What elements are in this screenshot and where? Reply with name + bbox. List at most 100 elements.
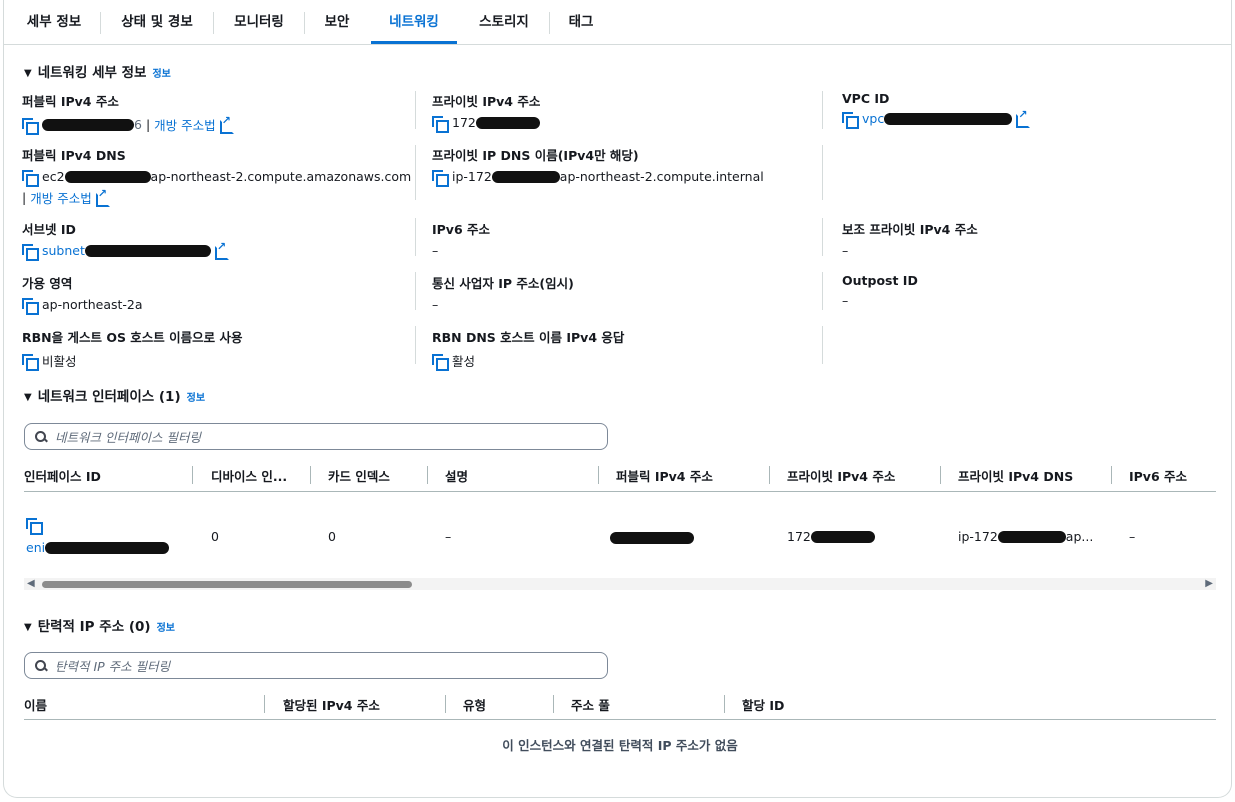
copy-icon[interactable] <box>26 518 43 535</box>
filter-placeholder: 탄력적 IP 주소 필터링 <box>55 659 171 674</box>
private-dns-prefix: ip-172 <box>452 169 492 184</box>
private-dns-cell: ip-172 ap... <box>958 529 1093 544</box>
copy-icon[interactable] <box>432 353 449 371</box>
public-ipv4-suffix: 6 <box>134 117 142 132</box>
col-private-ipv4[interactable]: 프라이빗 IPv4 주소 <box>787 466 895 485</box>
eni-link[interactable]: eni <box>26 540 45 555</box>
col-description[interactable]: 설명 <box>445 466 468 485</box>
outpost-id-value: – <box>842 293 849 308</box>
filter-placeholder: 네트워크 인터페이스 필터링 <box>55 430 201 445</box>
redacted-value <box>810 530 875 543</box>
public-dns-suffix: ap-northeast-2.compute.amazonaws.com <box>150 169 412 184</box>
network-interfaces-header[interactable]: ▼ 네트워크 인터페이스 (1) 정보 <box>24 385 205 405</box>
col-address-pool[interactable]: 주소 풀 <box>571 695 610 714</box>
private-ipv4-text: 172 <box>787 529 811 544</box>
redacted-value <box>884 112 1013 125</box>
network-interface-filter[interactable]: 네트워크 인터페이스 필터링 <box>24 423 608 450</box>
col-device-index[interactable]: 디바이스 인... <box>211 466 287 485</box>
field-label: RBN DNS 호스트 이름 IPv4 응답 <box>432 330 625 345</box>
rbn-dns-value: 활성 <box>452 354 476 369</box>
search-icon <box>35 659 47 672</box>
secondary-private-ipv4-field: 보조 프라이빗 IPv4 주소 – <box>842 219 978 258</box>
private-dns-field: 프라이빗 IP DNS 이름(IPv4만 해당) ip-172 ap-north… <box>432 145 764 187</box>
col-allocated-ipv4[interactable]: 할당된 IPv4 주소 <box>283 695 380 714</box>
copy-icon[interactable] <box>432 115 449 133</box>
tab-bar: 세부 정보 상태 및 경보 모니터링 보안 네트워킹 스토리지 태그 <box>4 0 1231 45</box>
tab-details[interactable]: 세부 정보 <box>8 0 100 44</box>
copy-icon[interactable] <box>22 353 39 371</box>
tab-storage[interactable]: 스토리지 <box>459 0 549 44</box>
public-dns-field: 퍼블릭 IPv4 DNS ec2 ap-northeast-2.compute.… <box>22 145 411 207</box>
elastic-ip-filter[interactable]: 탄력적 IP 주소 필터링 <box>24 652 608 679</box>
field-label: IPv6 주소 <box>432 222 491 237</box>
redacted-value <box>491 170 560 183</box>
copy-icon[interactable] <box>22 169 39 187</box>
description-cell: – <box>445 529 452 544</box>
elastic-ips-header[interactable]: ▼ 탄력적 IP 주소 (0) 정보 <box>24 615 175 635</box>
vpc-id-link[interactable]: vpc <box>862 111 884 126</box>
section-title: 네트워킹 세부 정보 <box>37 65 147 81</box>
external-link-icon <box>219 114 234 134</box>
field-label: RBN을 게스트 OS 호스트 이름으로 사용 <box>22 330 243 345</box>
info-link[interactable]: 정보 <box>157 623 175 634</box>
public-ipv4-cell <box>610 529 694 544</box>
field-label: 서브넷 ID <box>22 222 76 237</box>
private-dns-prefix-text: ip-172 <box>958 529 998 544</box>
ipv6-field: IPv6 주소 – <box>432 219 490 258</box>
col-type[interactable]: 유형 <box>463 695 486 714</box>
field-label: 통신 사업자 IP 주소(임시) <box>432 276 574 291</box>
device-index-cell: 0 <box>211 529 219 544</box>
subnet-id-field: 서브넷 ID subnet <box>22 219 229 261</box>
open-address-link[interactable]: 개방 주소법 <box>30 188 91 207</box>
private-ipv4-value: 172 <box>452 115 476 130</box>
field-label: 프라이빗 IP DNS 이름(IPv4만 해당) <box>432 148 639 163</box>
caret-down-icon: ▼ <box>24 392 32 403</box>
private-dns-suffix: ap-northeast-2.compute.internal <box>559 169 764 184</box>
public-ipv4-field: 퍼블릭 IPv4 주소 6 | 개방 주소법 <box>22 91 234 135</box>
copy-icon[interactable] <box>22 117 39 135</box>
col-public-ipv4[interactable]: 퍼블릭 IPv4 주소 <box>616 466 713 485</box>
external-link-icon <box>95 187 110 207</box>
scroll-right-icon[interactable]: ▶ <box>1205 578 1213 590</box>
ipv6-cell: – <box>1129 529 1136 544</box>
public-dns-prefix: ec2 <box>42 169 65 184</box>
open-address-link[interactable]: 개방 주소법 <box>154 115 215 134</box>
horizontal-scrollbar[interactable]: ◀ ▶ <box>24 578 1216 590</box>
caret-down-icon: ▼ <box>24 68 32 79</box>
empty-state-message: 이 인스턴스와 연결된 탄력적 IP 주소가 없음 <box>502 738 738 753</box>
copy-icon[interactable] <box>22 297 39 315</box>
networking-details-header[interactable]: ▼ 네트워킹 세부 정보 정보 <box>24 61 171 81</box>
col-private-dns[interactable]: 프라이빗 IPv4 DNS <box>958 466 1073 485</box>
rbn-dns-field: RBN DNS 호스트 이름 IPv4 응답 활성 <box>432 327 625 371</box>
tab-monitoring[interactable]: 모니터링 <box>214 0 304 44</box>
scroll-left-icon[interactable]: ◀ <box>27 578 35 590</box>
instance-details-panel: 세부 정보 상태 및 경보 모니터링 보안 네트워킹 스토리지 태그 ▼ 네트워킹… <box>3 0 1232 798</box>
private-ipv4-field: 프라이빗 IPv4 주소 172 <box>432 91 541 133</box>
col-card-index[interactable]: 카드 인덱스 <box>328 466 390 485</box>
copy-icon[interactable] <box>432 169 449 187</box>
copy-icon[interactable] <box>842 111 859 129</box>
redacted-value <box>84 244 211 257</box>
tab-tags[interactable]: 태그 <box>550 0 612 44</box>
scroll-thumb[interactable] <box>42 581 412 588</box>
redacted-value <box>997 530 1066 543</box>
col-name[interactable]: 이름 <box>24 695 47 714</box>
info-link[interactable]: 정보 <box>187 393 205 404</box>
copy-icon[interactable] <box>22 243 39 261</box>
col-allocation-id[interactable]: 할당 ID <box>742 695 784 714</box>
search-icon <box>35 430 47 443</box>
col-interface-id[interactable]: 인터페이스 ID <box>24 466 101 485</box>
external-link-icon <box>1016 108 1031 128</box>
info-link[interactable]: 정보 <box>152 69 170 80</box>
card-index-cell: 0 <box>328 529 336 544</box>
tab-networking[interactable]: 네트워킹 <box>371 0 457 44</box>
subnet-id-link[interactable]: subnet <box>42 243 85 258</box>
redacted-value <box>42 118 134 131</box>
tab-security[interactable]: 보안 <box>305 0 369 44</box>
tab-status-alarms[interactable]: 상태 및 경보 <box>101 0 213 44</box>
col-ipv6[interactable]: IPv6 주소 <box>1129 466 1187 485</box>
secondary-ipv4-value: – <box>842 243 849 258</box>
field-label: 퍼블릭 IPv4 주소 <box>22 94 119 109</box>
field-label: 가용 영역 <box>22 276 73 291</box>
field-label: 프라이빗 IPv4 주소 <box>432 94 541 109</box>
